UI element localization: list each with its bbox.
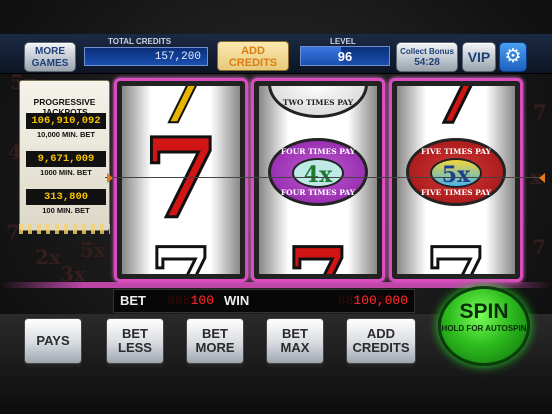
reel-1: 7 7 7 (114, 78, 248, 282)
marquee-lights (19, 224, 110, 234)
seven-symbol: 7 (423, 86, 489, 144)
seven-symbol: 7 (141, 114, 221, 243)
level-value: 96 (337, 49, 353, 64)
win-label: WIN (224, 293, 250, 308)
settings-button[interactable]: ⚙ (499, 42, 527, 72)
bet-label: BET (120, 293, 146, 308)
spin-button[interactable]: SPIN HOLD FOR AUTOSPIN (438, 286, 530, 366)
add-credits-top-button[interactable]: ADD CREDITS (217, 41, 289, 71)
payline-left-arrow (107, 173, 113, 183)
jackpot-value: 9,671,009 (26, 151, 106, 167)
jackpot-row: 106,910,092 10,000 MIN. BET (26, 113, 106, 139)
badge-text: TWO TIMES PAY (282, 98, 354, 107)
bet-more-label: BET MORE (195, 326, 235, 355)
background-decoration: 7 (532, 235, 546, 259)
collect-bonus-label: Collect Bonus (400, 47, 454, 56)
pays-label: PAYS (36, 333, 70, 348)
jackpot-row: 313,800 100 MIN. BET (26, 189, 106, 215)
background-decoration: 2x (35, 245, 61, 269)
seven-symbol: 7 (397, 235, 515, 275)
badge-text: FIVE TIMES PAY (420, 188, 491, 197)
add-credits-label: ADD CREDITS (352, 326, 410, 355)
reel-2: TWO TIMES PAY FOUR TIMES PAY 4x FOUR TIM… (251, 78, 385, 282)
level-progress-bar: 96 (300, 46, 390, 66)
total-credits-label: TOTAL CREDITS (108, 37, 172, 46)
total-credits-value: 157,200 (84, 47, 208, 66)
payline-right-arrow (539, 173, 545, 183)
two-times-pay-symbol: TWO TIMES PAY (268, 86, 368, 118)
jackpot-value: 106,910,092 (26, 113, 106, 129)
five-times-pay-symbol: FIVE TIMES PAY 5x FIVE TIMES PAY (406, 138, 506, 206)
more-games-button[interactable]: MORE GAMES (24, 42, 76, 72)
badge-text: FOUR TIMES PAY (280, 188, 356, 197)
jackpot-min-bet: 100 MIN. BET (42, 206, 90, 215)
four-x-multiplier: 4x (292, 158, 344, 188)
five-x-multiplier: 5x (430, 158, 482, 188)
vip-button[interactable]: VIP (462, 42, 496, 72)
reel-3: 7 FIVE TIMES PAY 5x FIVE TIMES PAY 7 (389, 78, 523, 282)
bet-max-button[interactable]: BET MAX (266, 318, 324, 364)
background-decoration: 5x (80, 238, 106, 262)
spin-sub-label: HOLD FOR AUTOSPIN (441, 324, 527, 333)
four-times-pay-symbol: FOUR TIMES PAY 4x FOUR TIMES PAY (268, 138, 368, 206)
jackpot-min-bet: 1000 MIN. BET (40, 168, 92, 177)
seven-symbol: 7 (122, 235, 240, 275)
bet-less-label: BET LESS (118, 326, 152, 355)
add-credits-button[interactable]: ADD CREDITS (346, 318, 416, 364)
win-value: 100,000 (353, 293, 408, 308)
level-label: LEVEL (330, 37, 356, 46)
background-decoration: 7 (533, 100, 547, 124)
jackpot-row: 9,671,009 1000 MIN. BET (26, 151, 106, 177)
gear-icon: ⚙ (504, 46, 522, 67)
background-decoration: 7 (6, 220, 20, 244)
pays-button[interactable]: PAYS (24, 318, 82, 364)
payline (105, 177, 545, 178)
seven-symbol: 7 (259, 235, 377, 275)
badge-text: FIVE TIMES PAY (420, 147, 491, 156)
bet-more-button[interactable]: BET MORE (186, 318, 244, 364)
jackpot-value: 313,800 (26, 189, 106, 205)
badge-text: FOUR TIMES PAY (280, 147, 356, 156)
bet-max-label: BET MAX (280, 326, 310, 355)
collect-bonus-button[interactable]: Collect Bonus 54:28 (396, 42, 458, 72)
bet-value: 100 (190, 293, 214, 308)
bet-less-button[interactable]: BET LESS (106, 318, 164, 364)
collect-bonus-timer: 54:28 (414, 57, 440, 68)
progressive-jackpots-panel: PROGRESSIVE JACKPOTS 106,910,092 10,000 … (19, 80, 110, 231)
bet-win-display: BET 888888 100 WIN 888888888 100,000 (113, 289, 415, 313)
jackpot-min-bet: 10,000 MIN. BET (37, 130, 95, 139)
spin-label: SPIN (459, 300, 509, 323)
